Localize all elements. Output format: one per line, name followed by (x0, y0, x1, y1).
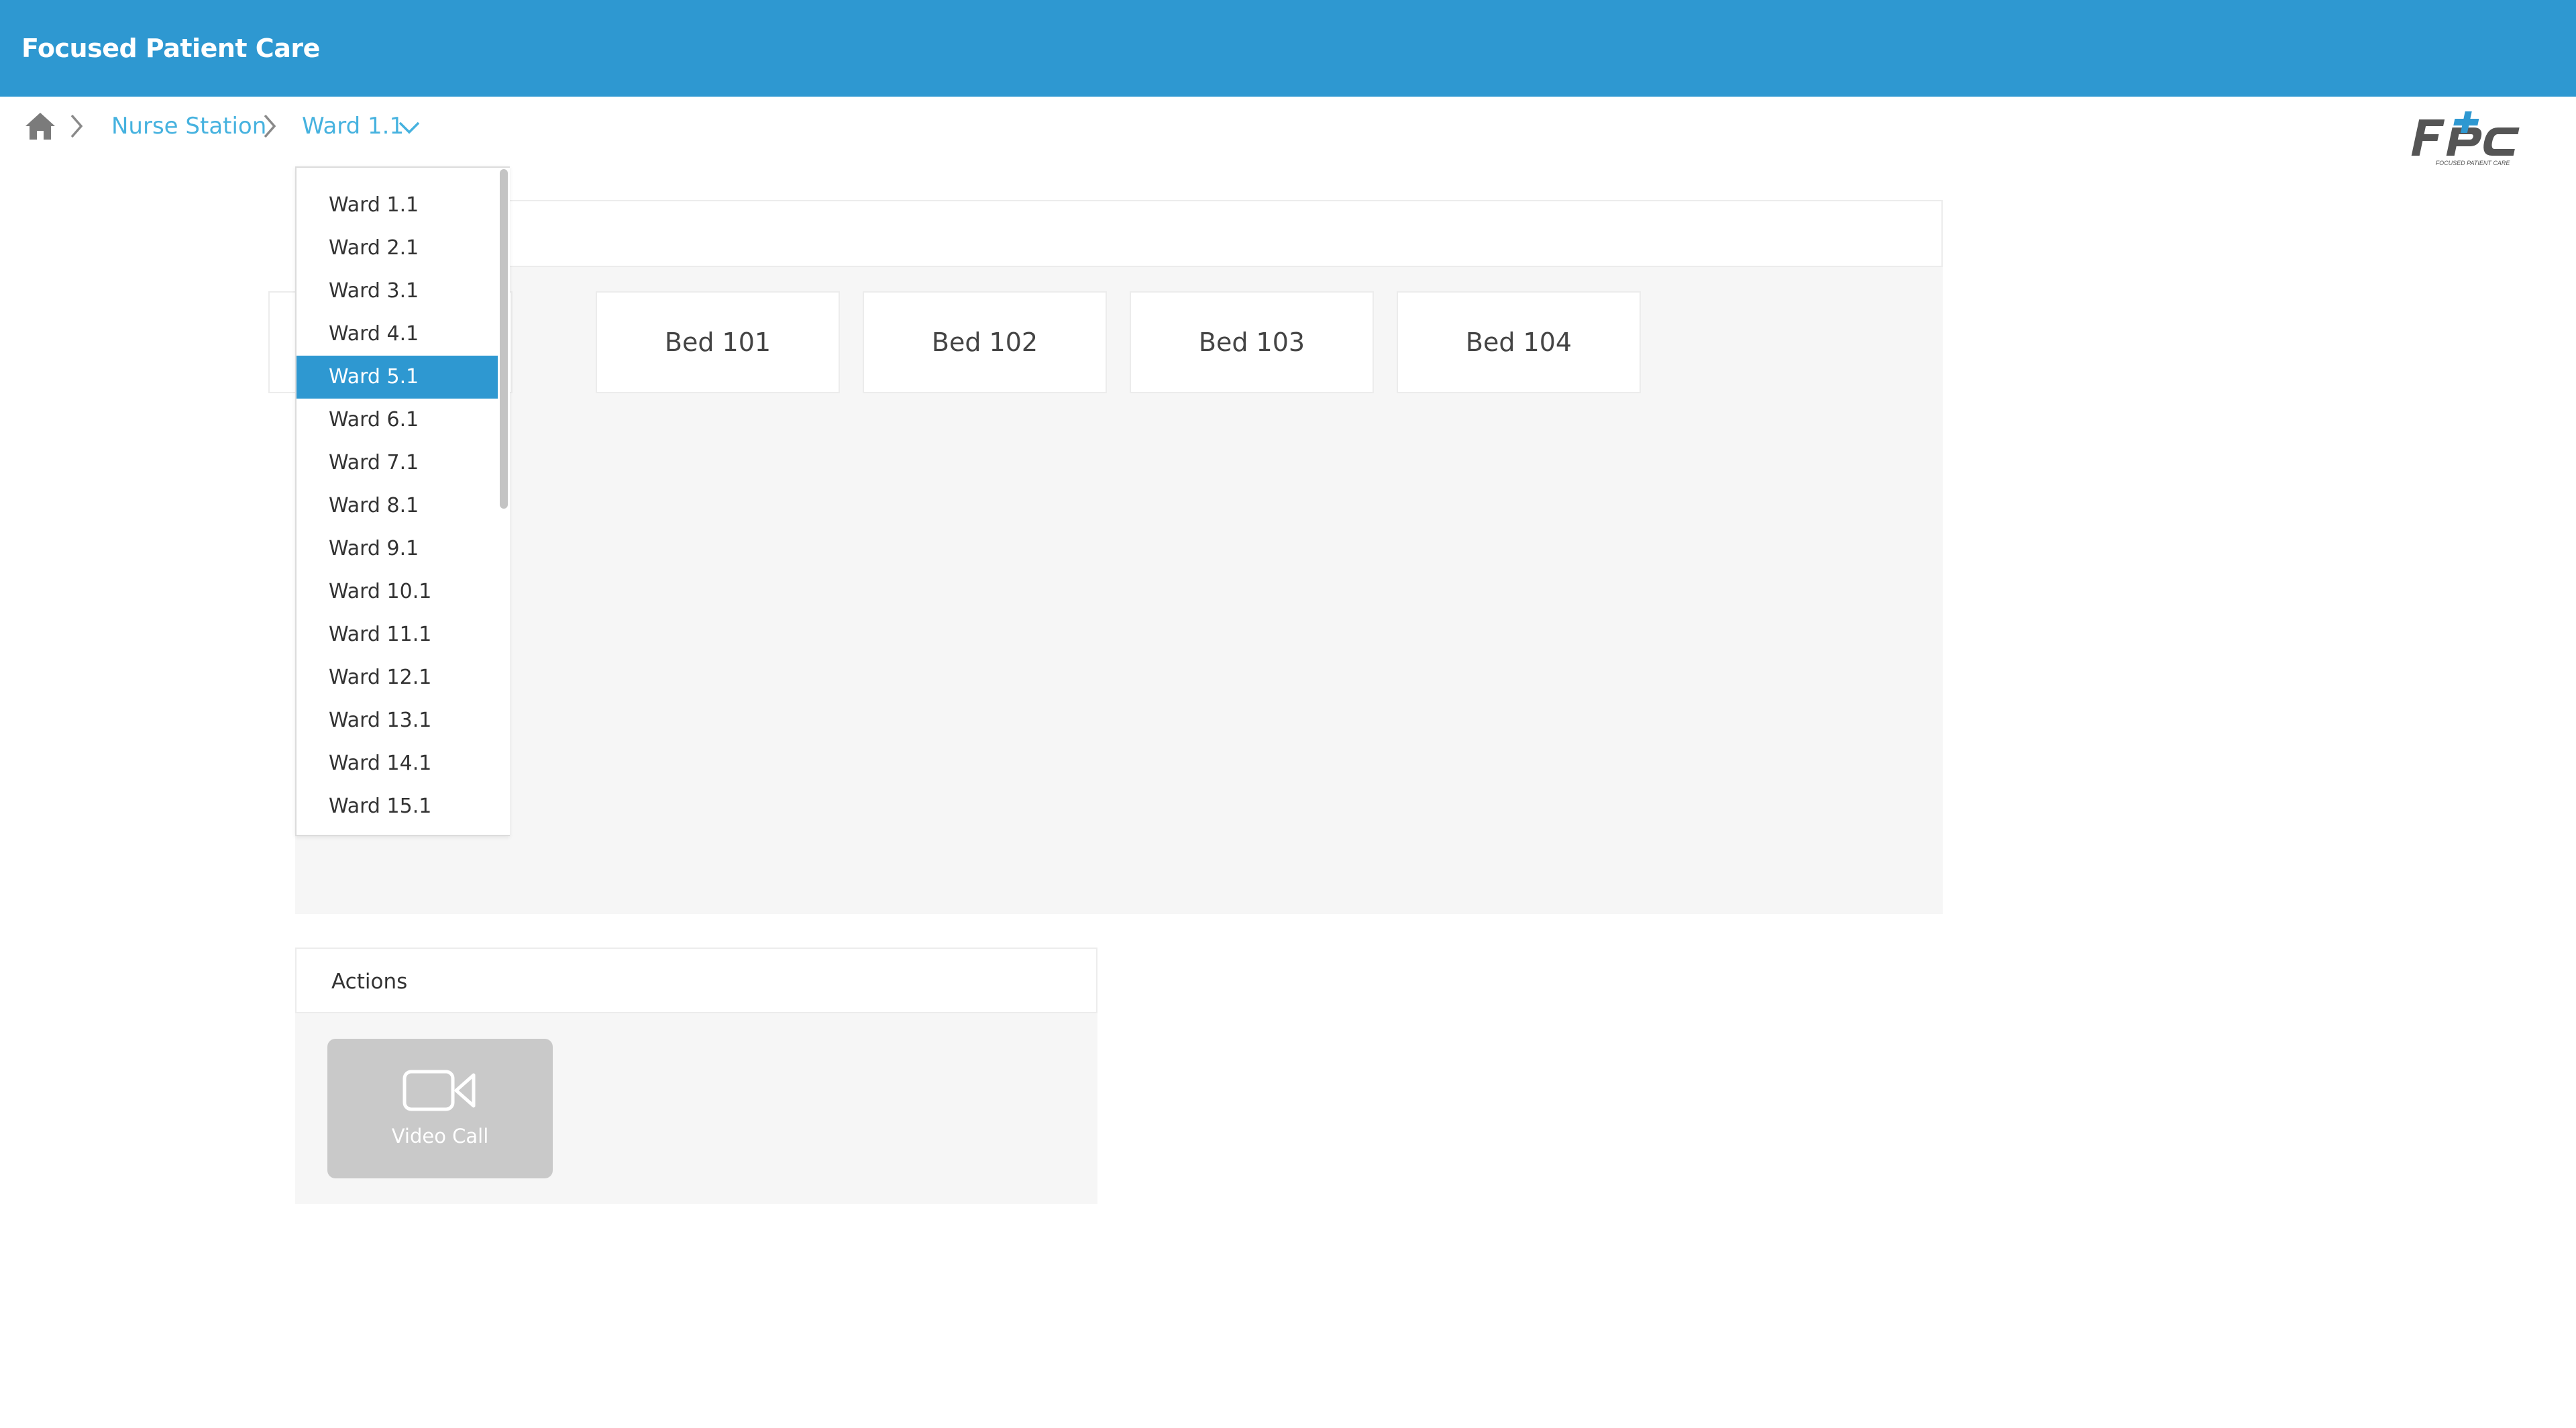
video-call-button[interactable]: Video Call (327, 1039, 553, 1178)
dropdown-option-ward-15-1[interactable]: Ward 15.1 (297, 785, 498, 828)
dropdown-option-ward-6-1[interactable]: Ward 6.1 (297, 399, 498, 442)
bed-card[interactable]: Bed 101 (596, 291, 840, 393)
actions-title: Actions (331, 970, 408, 994)
dropdown-option-ward-11-1[interactable]: Ward 11.1 (297, 613, 498, 656)
logo-tagline: FOCUSED PATIENT CARE (2436, 160, 2511, 166)
dropdown-option-ward-9-1[interactable]: Ward 9.1 (297, 527, 498, 570)
dropdown-option-ward-12-1[interactable]: Ward 12.1 (297, 656, 498, 699)
dropdown-option-ward-14-1[interactable]: Ward 14.1 (297, 742, 498, 785)
home-icon[interactable] (24, 111, 56, 141)
beds-panel-header (295, 200, 1943, 267)
fpc-logo: FOCUSED PATIENT CARE (2411, 111, 2520, 166)
breadcrumb: Nurse Station Ward 1.1 (0, 97, 2576, 157)
dropdown-option-ward-5-1[interactable]: Ward 5.1 (297, 356, 498, 399)
chevron-down-icon[interactable] (397, 119, 421, 136)
actions-header: Actions (295, 948, 1097, 1013)
dropdown-option-ward-4-1[interactable]: Ward 4.1 (297, 313, 498, 356)
actions-panel: Actions Video Call (295, 948, 1097, 1204)
dropdown-option-ward-13-1[interactable]: Ward 13.1 (297, 699, 498, 742)
dropdown-scroll-thumb[interactable] (500, 169, 508, 509)
bed-card[interactable]: Bed 103 (1130, 291, 1374, 393)
app-header: Focused Patient Care (0, 0, 2576, 97)
video-camera-icon (402, 1070, 476, 1111)
dropdown-option-ward-7-1[interactable]: Ward 7.1 (297, 442, 498, 484)
dropdown-option-ward-3-1[interactable]: Ward 3.1 (297, 270, 498, 313)
breadcrumb-nurse-station[interactable]: Nurse Station (111, 110, 266, 142)
ward-dropdown[interactable]: Ward 1.1 Ward 2.1 Ward 3.1 Ward 4.1 Ward… (295, 166, 510, 836)
bed-card[interactable]: Bed 102 (863, 291, 1107, 393)
chevron-right-icon (70, 114, 83, 138)
app-title: Focused Patient Care (21, 34, 320, 63)
chevron-right-icon (264, 114, 276, 138)
ward-selector[interactable]: Ward 1.1 (302, 110, 404, 142)
beds-panel: Bed 101 Bed 102 Bed 103 Bed 104 (268, 200, 1943, 914)
dropdown-option-ward-10-1[interactable]: Ward 10.1 (297, 570, 498, 613)
dropdown-scrollbar[interactable] (498, 168, 510, 835)
video-call-label: Video Call (391, 1125, 489, 1148)
dropdown-option-ward-8-1[interactable]: Ward 8.1 (297, 484, 498, 527)
dropdown-option-ward-1-1[interactable]: Ward 1.1 (297, 184, 498, 227)
dropdown-option-ward-2-1[interactable]: Ward 2.1 (297, 227, 498, 270)
bed-card[interactable]: Bed 104 (1397, 291, 1641, 393)
